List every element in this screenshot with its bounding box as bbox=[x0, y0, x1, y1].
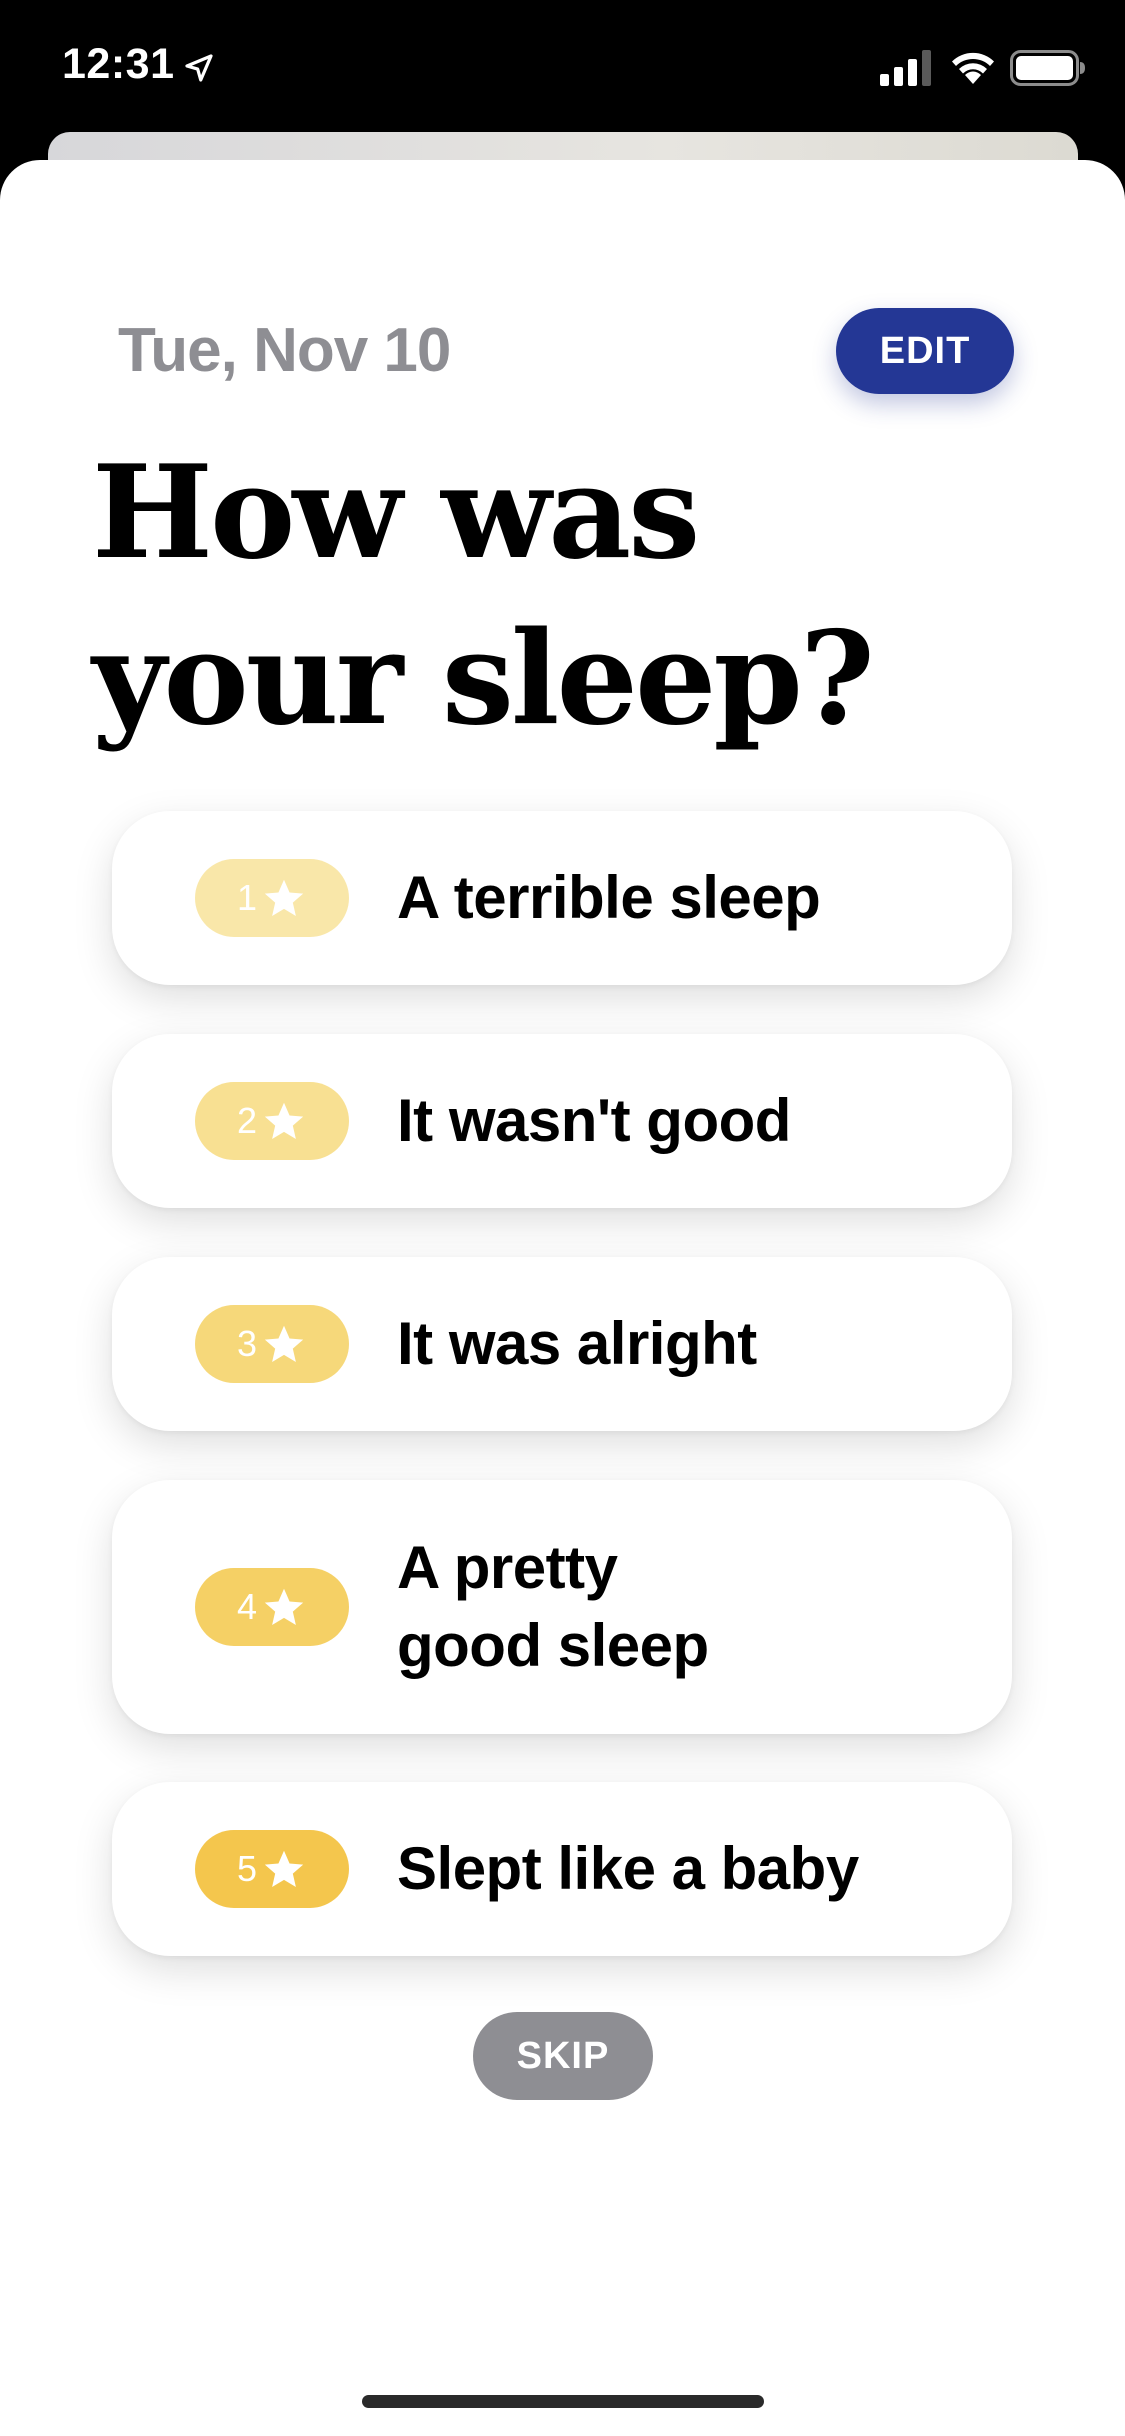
status-time: 12:31 bbox=[62, 40, 175, 88]
rating-option-2[interactable]: 2 It wasn't good bbox=[112, 1034, 1012, 1208]
star-icon bbox=[264, 1588, 304, 1626]
rating-badge-1: 1 bbox=[195, 859, 349, 937]
sleep-rating-screen: 12:31 Tue, Nov 10 EDIT How was your slee… bbox=[0, 0, 1125, 2436]
rating-badge-2: 2 bbox=[195, 1082, 349, 1160]
date-label: Tue, Nov 10 bbox=[118, 316, 451, 385]
status-bar: 12:31 bbox=[0, 0, 1125, 130]
wifi-icon bbox=[952, 52, 994, 84]
title-line-2: your sleep? bbox=[92, 604, 875, 754]
rating-badge-5: 5 bbox=[195, 1830, 349, 1908]
option-label: It was alright bbox=[397, 1310, 757, 1377]
star-icon bbox=[264, 1325, 304, 1363]
rating-number: 3 bbox=[236, 1323, 258, 1364]
location-arrow-icon bbox=[185, 54, 213, 82]
rating-badge-3: 3 bbox=[195, 1305, 349, 1383]
edit-button[interactable]: EDIT bbox=[836, 308, 1014, 394]
option-label: Slept like a baby bbox=[397, 1835, 859, 1902]
option-label: A pretty good sleep bbox=[397, 1529, 972, 1685]
sleep-rating-card: Tue, Nov 10 EDIT How was your sleep? 1 A… bbox=[0, 160, 1125, 2436]
option-label: It wasn't good bbox=[397, 1087, 791, 1154]
option-label-line-2: good sleep bbox=[397, 1612, 709, 1679]
cellular-signal-icon bbox=[880, 50, 931, 86]
rating-option-1[interactable]: 1 A terrible sleep bbox=[112, 811, 1012, 985]
home-indicator[interactable] bbox=[362, 2395, 764, 2408]
rating-number: 2 bbox=[236, 1100, 258, 1141]
rating-number: 4 bbox=[236, 1586, 258, 1627]
rating-option-3[interactable]: 3 It was alright bbox=[112, 1257, 1012, 1431]
option-label-line-1: A pretty bbox=[397, 1534, 618, 1601]
battery-icon bbox=[1010, 50, 1085, 86]
title-line-1: How was bbox=[92, 438, 700, 588]
rating-option-5[interactable]: 5 Slept like a baby bbox=[112, 1782, 1012, 1956]
page-title: How was your sleep? bbox=[92, 430, 992, 762]
star-icon bbox=[264, 1102, 304, 1140]
skip-button[interactable]: SKIP bbox=[473, 2012, 653, 2100]
rating-badge-4: 4 bbox=[195, 1568, 349, 1646]
option-label: A terrible sleep bbox=[397, 864, 821, 931]
rating-number: 1 bbox=[236, 877, 258, 918]
star-icon bbox=[264, 1850, 304, 1888]
star-icon bbox=[264, 879, 304, 917]
rating-number: 5 bbox=[236, 1848, 258, 1889]
rating-option-4[interactable]: 4 A pretty good sleep bbox=[112, 1480, 1012, 1734]
